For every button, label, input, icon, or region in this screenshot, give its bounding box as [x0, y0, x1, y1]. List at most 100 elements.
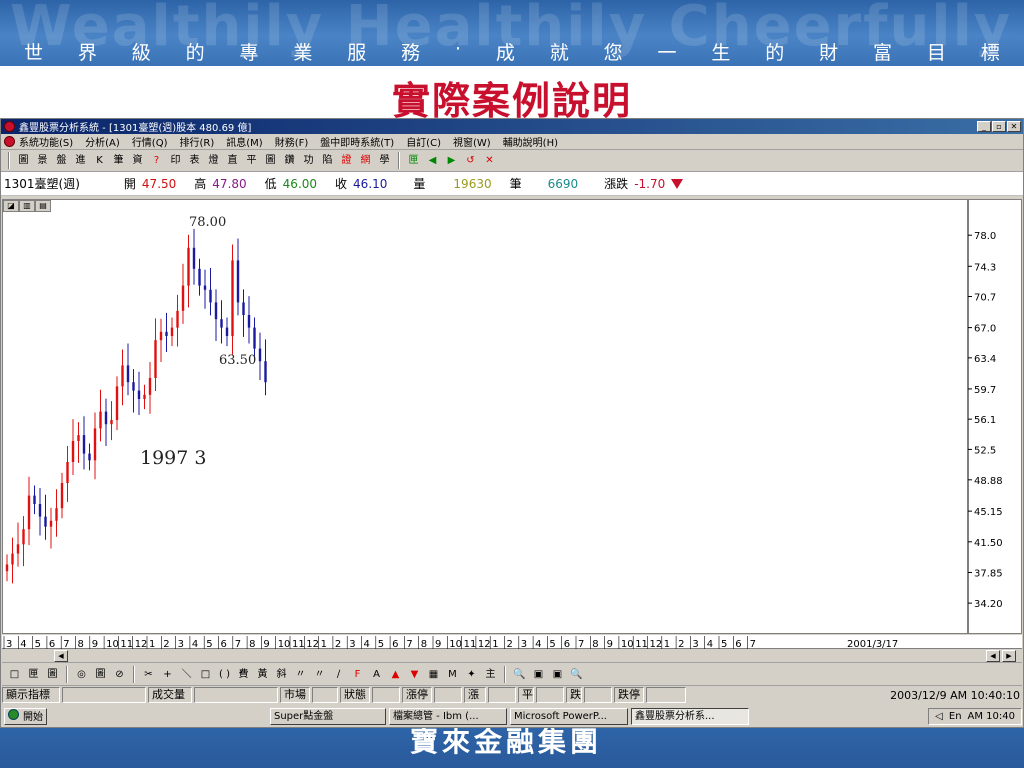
close-button[interactable]: ✕ — [1007, 121, 1021, 132]
drawing-tool-button[interactable]: 🔍 — [568, 666, 585, 683]
candlestick[interactable] — [44, 494, 47, 540]
drawing-tool-button[interactable]: □ — [6, 666, 23, 683]
toolbar-button[interactable]: 功 — [300, 152, 317, 169]
window-titlebar[interactable]: 鑫豐股票分析系統 - [1301臺塑(週)股本 480.69 億] _ ▫ ✕ — [1, 119, 1023, 134]
taskbar-task-button[interactable]: Super點金盤 — [270, 708, 386, 725]
taskbar-task-button[interactable]: Microsoft PowerP... — [510, 708, 628, 725]
drawing-tool-button[interactable]: ✦ — [463, 666, 480, 683]
scroll-left-end-icon[interactable]: ◀ — [986, 650, 1000, 662]
drawing-tool-button[interactable]: 斜 — [273, 666, 290, 683]
chart-area[interactable]: ◪ ▥ ▤ 78.0 74.3 70.7 67.0 63.4 59.7 56.1 52.5 48… — [2, 199, 1022, 634]
candlestick[interactable] — [137, 371, 141, 415]
candlestick[interactable] — [16, 522, 20, 567]
candlestick[interactable] — [220, 300, 223, 344]
drawing-tool-button[interactable]: 🔍 — [511, 666, 528, 683]
toolbar-button[interactable]: 圖 — [262, 152, 279, 169]
drawing-tool-button[interactable]: ▣ — [549, 666, 566, 683]
candlestick[interactable] — [236, 238, 240, 316]
candlestick[interactable] — [148, 362, 152, 414]
toolbar-button[interactable]: ? — [148, 152, 165, 169]
drawing-tool-button[interactable]: 〃 — [292, 666, 309, 683]
toolbar-button[interactable]: 網 — [357, 152, 374, 169]
scroll-right-icon[interactable]: ▶ — [1002, 650, 1016, 662]
drawing-tool-button[interactable]: □ — [197, 666, 214, 683]
maximize-button[interactable]: ▫ — [992, 121, 1006, 132]
drawing-tool-button[interactable]: 費 — [235, 666, 252, 683]
toolbar-button[interactable]: K — [91, 152, 108, 169]
drawing-tool-button[interactable]: A — [368, 666, 385, 683]
nav-button[interactable]: ↺ — [462, 152, 479, 169]
candlestick[interactable] — [165, 312, 168, 352]
menu-item[interactable]: 盤中即時系統(T) — [320, 134, 394, 149]
nav-button[interactable]: 匣 — [405, 152, 422, 169]
start-button[interactable]: 開始 — [4, 708, 47, 725]
candlestick[interactable] — [181, 263, 185, 324]
toolbar-button[interactable]: 筆 — [110, 152, 127, 169]
drawing-tool-button[interactable]: ▣ — [530, 666, 547, 683]
drawing-tool-button[interactable]: ＼ — [178, 666, 195, 683]
candlestick[interactable] — [11, 537, 14, 584]
candlestick[interactable] — [198, 258, 201, 296]
toolbar-button[interactable]: 鑽 — [281, 152, 298, 169]
menu-item[interactable]: 自訂(C) — [406, 134, 441, 149]
menu-item[interactable]: 分析(A) — [85, 134, 120, 149]
menu-item[interactable]: 系統功能(S) — [19, 134, 73, 149]
minimize-button[interactable]: _ — [977, 121, 991, 132]
drawing-tool-button[interactable]: ◎ — [73, 666, 90, 683]
toolbar-button[interactable]: 學 — [376, 152, 393, 169]
candlestick[interactable] — [242, 289, 245, 337]
toolbar-button[interactable]: 表 — [186, 152, 203, 169]
volume-icon[interactable]: ◁ — [935, 709, 943, 724]
toolbar-button[interactable]: 印 — [167, 152, 184, 169]
candlestick[interactable] — [192, 228, 196, 285]
menu-item[interactable]: 輔助說明(H) — [503, 134, 558, 149]
candlestick[interactable] — [115, 376, 119, 431]
nav-button[interactable]: ◀ — [424, 152, 441, 169]
candlestick[interactable] — [110, 401, 113, 441]
toolbar-button[interactable]: 燈 — [205, 152, 222, 169]
drawing-tool-button[interactable]: ⊘ — [111, 666, 128, 683]
taskbar-task-button[interactable]: 鑫豐股票分析系... — [631, 708, 749, 725]
candlestick[interactable] — [170, 317, 174, 347]
candlestick[interactable] — [49, 507, 53, 549]
drawing-tool-button[interactable]: ▲ — [387, 666, 404, 683]
candlestick[interactable] — [38, 488, 42, 536]
nav-button[interactable]: ✕ — [481, 152, 498, 169]
candlestick[interactable] — [176, 294, 179, 347]
menu-app-icon[interactable] — [4, 136, 15, 147]
candlestick[interactable] — [231, 244, 234, 355]
drawing-tool-button[interactable]: 圖 — [92, 666, 109, 683]
candlestick[interactable] — [33, 485, 36, 515]
drawing-tool-button[interactable]: M — [444, 666, 461, 683]
drawing-tool-button[interactable]: ( ) — [216, 666, 233, 683]
candlestick[interactable] — [104, 398, 108, 447]
taskbar-task-button[interactable]: 檔案總管 - Ibm (... — [389, 708, 507, 725]
drawing-tool-button[interactable]: 圖 — [44, 666, 61, 683]
drawing-tool-button[interactable]: 〃 — [311, 666, 328, 683]
candlestick[interactable] — [132, 369, 135, 413]
toolbar-button[interactable]: 進 — [72, 152, 89, 169]
candlestick[interactable] — [77, 422, 80, 463]
toolbar-button[interactable]: 直 — [224, 152, 241, 169]
candlestick[interactable] — [126, 343, 130, 396]
menu-item[interactable]: 財務(F) — [275, 134, 309, 149]
candlestick[interactable] — [22, 516, 25, 567]
candlestick[interactable] — [203, 269, 207, 309]
candlestick[interactable] — [121, 349, 124, 406]
scroll-left-icon[interactable]: ◀ — [54, 650, 68, 662]
menu-item[interactable]: 排行(R) — [180, 134, 215, 149]
candlestick[interactable] — [143, 384, 146, 410]
candlestick[interactable] — [27, 476, 31, 546]
toolbar-button[interactable]: 證 — [338, 152, 355, 169]
candlestick[interactable] — [159, 318, 163, 363]
drawing-tool-button[interactable]: 黃 — [254, 666, 271, 683]
candlestick[interactable] — [225, 317, 229, 347]
candlestick[interactable] — [154, 318, 157, 392]
toolbar-button[interactable]: 盤 — [53, 152, 70, 169]
ime-indicator[interactable]: En — [949, 709, 962, 724]
candlestick[interactable] — [66, 446, 69, 502]
candlestick[interactable] — [5, 554, 9, 582]
candlestick[interactable] — [264, 339, 267, 396]
drawing-tool-button[interactable]: F — [349, 666, 366, 683]
drawing-tool-button[interactable]: ∕ — [330, 666, 347, 683]
